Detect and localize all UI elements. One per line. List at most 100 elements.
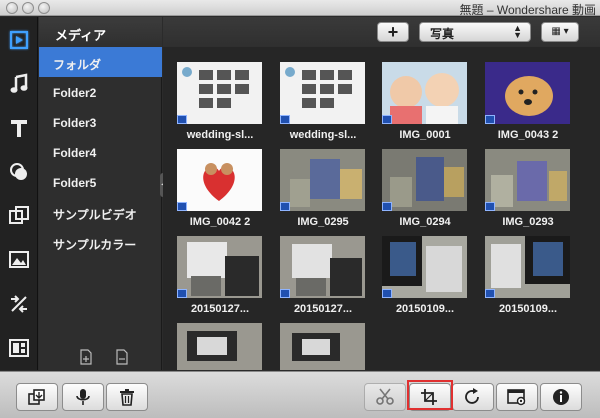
media-item-label: 20150109... bbox=[498, 303, 558, 315]
new-folder-icon[interactable] bbox=[79, 349, 93, 365]
media-thumbnail bbox=[280, 62, 365, 124]
media-item[interactable]: IMG_0001 bbox=[370, 57, 470, 143]
media-type-value: 写真 bbox=[430, 27, 455, 41]
title-bar: 無題 – Wondershare 動画 bbox=[0, 0, 600, 17]
picture-in-picture-icon bbox=[9, 251, 29, 268]
photo-badge-icon bbox=[177, 202, 187, 211]
media-item[interactable]: IMG_0294 bbox=[370, 144, 470, 230]
media-item-label: IMG_0042 2 bbox=[189, 216, 251, 228]
settings-icon bbox=[507, 389, 526, 406]
media-item[interactable] bbox=[268, 318, 368, 370]
media-thumbnail bbox=[177, 323, 262, 370]
window-title: 無題 – Wondershare 動画 bbox=[459, 3, 597, 17]
folder-item[interactable]: Folder5 bbox=[39, 167, 162, 197]
cut-button[interactable] bbox=[364, 383, 406, 411]
photo-badge-icon bbox=[280, 289, 290, 298]
photo-badge-icon bbox=[177, 115, 187, 124]
media-icon bbox=[10, 31, 28, 49]
import-button[interactable] bbox=[16, 383, 58, 411]
folder-list: フォルダ Folder2 Folder3 Folder4 Folder5 サンプ… bbox=[39, 47, 162, 257]
media-item-label: wedding-sl... bbox=[289, 129, 357, 141]
advanced-settings-button[interactable] bbox=[496, 383, 538, 411]
transition-icon bbox=[11, 295, 27, 313]
minimize-window-button[interactable] bbox=[22, 2, 34, 14]
close-window-button[interactable] bbox=[6, 2, 18, 14]
picture-tab[interactable] bbox=[4, 245, 34, 275]
info-button[interactable] bbox=[540, 383, 582, 411]
trash-icon bbox=[120, 389, 134, 406]
overlay-icon bbox=[9, 206, 29, 224]
media-item[interactable]: IMG_0042 2 bbox=[165, 144, 265, 230]
zoom-window-button[interactable] bbox=[38, 2, 50, 14]
view-mode-button[interactable]: ▦ ▾ bbox=[541, 22, 579, 42]
photo-badge-icon bbox=[382, 115, 392, 124]
media-item[interactable]: 20150127... bbox=[268, 231, 368, 317]
media-thumbnail bbox=[177, 62, 262, 124]
folder-item[interactable]: サンプルビデオ bbox=[39, 197, 162, 227]
media-thumbnail bbox=[280, 236, 365, 298]
info-icon bbox=[553, 389, 569, 405]
text-tab[interactable] bbox=[4, 113, 34, 143]
photo-badge-icon bbox=[177, 289, 187, 298]
media-item[interactable]: wedding-sl... bbox=[268, 57, 368, 143]
folder-item[interactable]: Folder4 bbox=[39, 137, 162, 167]
media-item[interactable]: 20150109... bbox=[370, 231, 470, 317]
media-item[interactable]: wedding-sl... bbox=[165, 57, 265, 143]
media-thumbnail bbox=[382, 236, 467, 298]
transition-tab[interactable] bbox=[4, 289, 34, 319]
media-thumbnail bbox=[280, 323, 365, 370]
media-thumbnail bbox=[382, 62, 467, 124]
rotate-button[interactable] bbox=[452, 383, 494, 411]
music-icon bbox=[10, 73, 28, 93]
folder-item[interactable]: サンプルカラー bbox=[39, 227, 162, 257]
layout-icon bbox=[9, 339, 29, 357]
record-voice-button[interactable] bbox=[62, 383, 104, 411]
photo-badge-icon bbox=[485, 115, 495, 124]
media-thumbnail bbox=[485, 62, 570, 124]
folder-item[interactable]: Folder2 bbox=[39, 77, 162, 107]
media-thumbnail bbox=[485, 149, 570, 211]
media-grid: wedding-sl... wedding-sl... IMG_0001 IMG… bbox=[163, 49, 600, 370]
media-item-label: IMG_0043 2 bbox=[497, 129, 559, 141]
delete-button[interactable] bbox=[106, 383, 148, 411]
overlay-tab[interactable] bbox=[4, 201, 34, 231]
media-item-label: wedding-sl... bbox=[186, 129, 254, 141]
media-item[interactable]: IMG_0043 2 bbox=[473, 57, 573, 143]
text-icon bbox=[11, 120, 27, 137]
media-item[interactable]: 20150127... bbox=[165, 231, 265, 317]
media-item-label: IMG_0001 bbox=[399, 129, 451, 141]
photo-badge-icon bbox=[280, 202, 290, 211]
tool-rail bbox=[0, 17, 38, 370]
media-thumbnail bbox=[177, 236, 262, 298]
media-item-label: 20150127... bbox=[190, 303, 250, 315]
cut-icon bbox=[376, 388, 394, 405]
media-toolbar: + 写真 ▲ ▼ ▦ ▾ bbox=[163, 17, 600, 47]
rotate-icon bbox=[465, 388, 479, 404]
delete-folder-icon[interactable] bbox=[115, 349, 129, 365]
media-item-label: IMG_0294 bbox=[399, 216, 451, 228]
media-item[interactable] bbox=[165, 318, 265, 370]
media-thumbnail bbox=[485, 236, 570, 298]
media-tab[interactable] bbox=[4, 25, 34, 55]
layout-tab[interactable] bbox=[4, 333, 34, 363]
folder-item[interactable]: フォルダ bbox=[39, 47, 162, 77]
photo-badge-icon bbox=[485, 202, 495, 211]
folder-panel: メディア フォルダ Folder2 Folder3 Folder4 Folder… bbox=[39, 17, 162, 370]
microphone-icon bbox=[76, 389, 90, 405]
media-thumbnail bbox=[280, 149, 365, 211]
filter-tab[interactable] bbox=[4, 157, 34, 187]
media-item-label: IMG_0295 bbox=[297, 216, 349, 228]
photo-badge-icon bbox=[382, 202, 392, 211]
media-item-label: 20150109... bbox=[395, 303, 455, 315]
media-item[interactable]: IMG_0293 bbox=[473, 144, 573, 230]
media-item[interactable]: 20150109... bbox=[473, 231, 573, 317]
photo-badge-icon bbox=[485, 289, 495, 298]
add-media-button[interactable]: + bbox=[377, 22, 409, 42]
folder-item[interactable]: Folder3 bbox=[39, 107, 162, 137]
music-tab[interactable] bbox=[4, 69, 34, 99]
media-item[interactable]: IMG_0295 bbox=[268, 144, 368, 230]
media-type-select[interactable]: 写真 ▲ ▼ bbox=[419, 22, 531, 42]
bottom-toolbar bbox=[0, 371, 600, 418]
photo-badge-icon bbox=[382, 289, 392, 298]
select-arrows-icon: ▲ ▼ bbox=[513, 23, 522, 40]
